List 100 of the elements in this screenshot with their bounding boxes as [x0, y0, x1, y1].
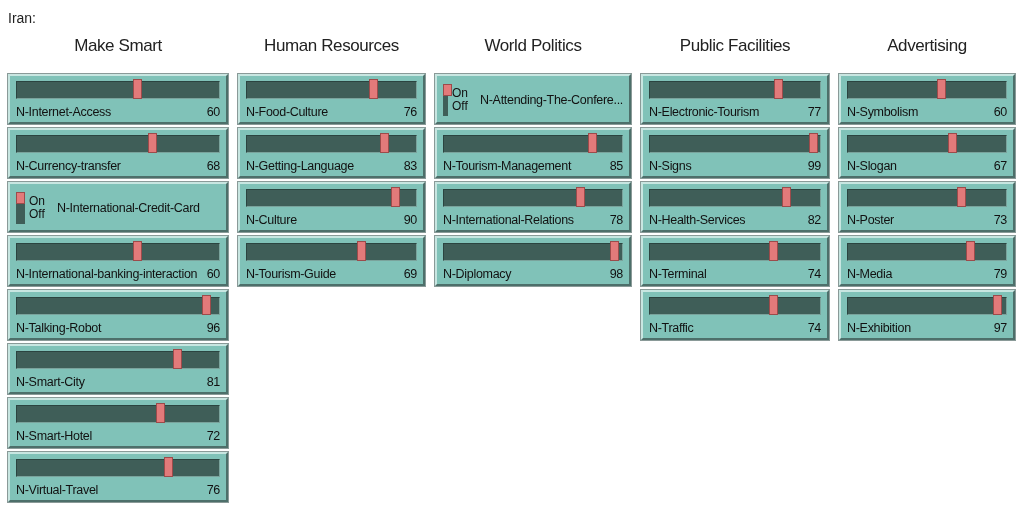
slider[interactable]: N-Talking-Robot 96 [8, 290, 228, 340]
slider-thumb[interactable] [782, 187, 791, 207]
slider-thumb[interactable] [173, 349, 183, 369]
slider-thumb[interactable] [773, 79, 783, 99]
slider-track[interactable] [847, 135, 1007, 153]
slider-thumb[interactable] [148, 133, 158, 153]
slider-thumb[interactable] [155, 403, 165, 423]
slider-thumb[interactable] [368, 79, 378, 99]
slider-thumb[interactable] [379, 133, 389, 153]
slider-thumb[interactable] [809, 133, 819, 153]
slider-track[interactable] [649, 243, 821, 261]
slider-track[interactable] [246, 81, 417, 99]
slider[interactable]: N-Slogan 67 [839, 128, 1015, 178]
slider-track[interactable] [847, 297, 1007, 315]
slider-thumb[interactable] [769, 295, 779, 315]
off-label: Off [452, 99, 469, 113]
slider-value: 73 [993, 213, 1007, 227]
slider-track[interactable] [649, 81, 821, 99]
slider[interactable]: N-Tourism-Management 85 [435, 128, 631, 178]
slider-track[interactable] [443, 189, 623, 207]
slider[interactable]: N-Getting-Language 83 [238, 128, 425, 178]
slider[interactable]: N-International-banking-interaction 60 [8, 236, 228, 286]
slider[interactable]: N-Smart-Hotel 72 [8, 398, 228, 448]
slider-value: 97 [993, 321, 1007, 335]
slider-value: 69 [403, 267, 417, 281]
slider[interactable]: N-Virtual-Travel 76 [8, 452, 228, 502]
slider-value: 74 [807, 267, 821, 281]
slider-track[interactable] [847, 189, 1007, 207]
slider-track[interactable] [443, 243, 623, 261]
slider[interactable]: N-Traffic 74 [641, 290, 829, 340]
slider-label: N-Poster [847, 213, 894, 227]
slider-label: N-Internet-Access [16, 105, 111, 119]
group-heading: Advertising [886, 36, 968, 57]
slider-label: N-Tourism-Guide [246, 267, 336, 281]
group-heading: World Politics [483, 36, 583, 57]
slider-value: 74 [807, 321, 821, 335]
slider-thumb[interactable] [357, 241, 367, 261]
slider[interactable]: N-Tourism-Guide 69 [238, 236, 425, 286]
slider-thumb[interactable] [391, 187, 400, 207]
slider-value: 60 [206, 267, 220, 281]
slider-thumb[interactable] [575, 187, 585, 207]
slider-thumb[interactable] [992, 295, 1002, 315]
slider-thumb[interactable] [202, 295, 212, 315]
slider[interactable]: N-International-Relations 78 [435, 182, 631, 232]
slider-thumb[interactable] [609, 241, 619, 261]
slider-thumb[interactable] [132, 241, 142, 261]
slider[interactable]: N-Exhibition 97 [839, 290, 1015, 340]
group-heading: Public Facilities [678, 36, 792, 57]
slider-value: 99 [807, 159, 821, 173]
slider[interactable]: N-Culture 90 [238, 182, 425, 232]
slider-track[interactable] [443, 135, 623, 153]
slider-thumb[interactable] [937, 79, 947, 99]
slider-track[interactable] [649, 297, 821, 315]
slider-track[interactable] [847, 243, 1007, 261]
slider-label: N-Electronic-Tourism [649, 105, 759, 119]
slider[interactable]: N-Diplomacy 98 [435, 236, 631, 286]
slider[interactable]: N-Food-Culture 76 [238, 74, 425, 124]
on-label: On [29, 194, 45, 208]
slider-track[interactable] [16, 459, 220, 477]
slider-track[interactable] [16, 81, 220, 99]
slider-track[interactable] [16, 405, 220, 423]
slider-track[interactable] [16, 243, 220, 261]
slider[interactable]: N-Electronic-Tourism 77 [641, 74, 829, 124]
slider-value: 83 [403, 159, 417, 173]
slider-track[interactable] [16, 135, 220, 153]
toggle-switch[interactable] [16, 191, 25, 224]
slider-track[interactable] [246, 189, 417, 207]
slider-label: N-Media [847, 267, 893, 281]
slider-track[interactable] [649, 135, 821, 153]
switch-label: N-Attending-The-Confere... [480, 92, 623, 107]
slider-value: 76 [206, 483, 220, 497]
slider-track[interactable] [847, 81, 1007, 99]
slider-value: 82 [807, 213, 821, 227]
slider[interactable]: N-Health-Services 82 [641, 182, 829, 232]
slider[interactable]: N-Internet-Access 60 [8, 74, 228, 124]
slider-track[interactable] [246, 243, 417, 261]
slider-thumb[interactable] [947, 133, 957, 153]
slider[interactable]: N-Currency-transfer 68 [8, 128, 228, 178]
slider[interactable]: N-Terminal 74 [641, 236, 829, 286]
slider-track[interactable] [246, 135, 417, 153]
slider-thumb[interactable] [965, 241, 975, 261]
slider-track[interactable] [16, 351, 220, 369]
slider-thumb[interactable] [587, 133, 597, 153]
slider[interactable]: N-Signs 99 [641, 128, 829, 178]
slider[interactable]: N-Smart-City 81 [8, 344, 228, 394]
slider-value: 60 [993, 105, 1007, 119]
slider-label: N-Smart-City [16, 375, 85, 389]
slider-value: 76 [403, 105, 417, 119]
slider-thumb[interactable] [769, 241, 779, 261]
slider-label: N-Diplomacy [443, 267, 512, 281]
slider-label: N-Health-Services [649, 213, 746, 227]
slider-thumb[interactable] [132, 79, 142, 99]
slider-thumb[interactable] [163, 457, 173, 477]
slider[interactable]: N-Poster 73 [839, 182, 1015, 232]
slider-thumb[interactable] [956, 187, 966, 207]
slider[interactable]: N-Symbolism 60 [839, 74, 1015, 124]
slider-track[interactable] [16, 297, 220, 315]
slider-label: N-Currency-transfer [16, 159, 121, 173]
slider[interactable]: N-Media 79 [839, 236, 1015, 286]
slider-track[interactable] [649, 189, 821, 207]
